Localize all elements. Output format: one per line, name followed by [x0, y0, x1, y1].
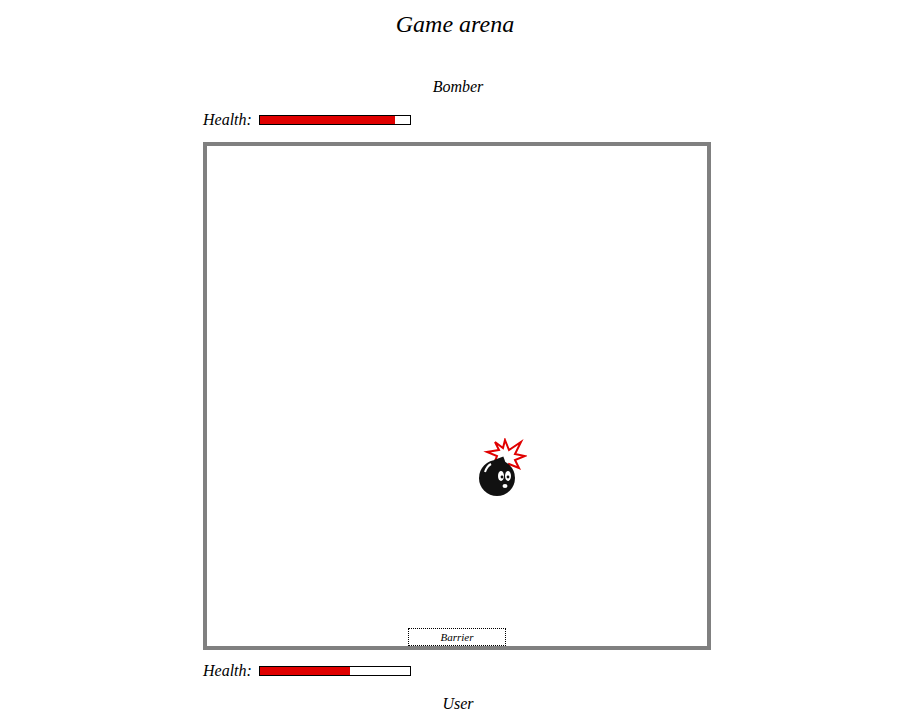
barrier: Barrier	[408, 628, 506, 646]
game-column: Bomber Health: Barrier Health: User	[197, 40, 713, 714]
health-bar	[259, 666, 411, 676]
health-bar	[259, 115, 411, 125]
bomber-health: Health:	[203, 110, 713, 130]
page-title: Game arena	[0, 0, 910, 40]
health-fill	[260, 667, 350, 675]
game-page: Game arena Bomber Health: Barrier Health: Use…	[0, 0, 910, 714]
arena[interactable]: Barrier	[203, 142, 711, 650]
user-health: Health:	[203, 661, 713, 681]
bomb-icon	[475, 438, 527, 498]
health-fill	[260, 116, 395, 124]
bomber-name: Bomber	[203, 77, 713, 97]
health-label: Health:	[203, 110, 252, 130]
user-name: User	[203, 694, 713, 714]
health-label: Health:	[203, 661, 252, 681]
